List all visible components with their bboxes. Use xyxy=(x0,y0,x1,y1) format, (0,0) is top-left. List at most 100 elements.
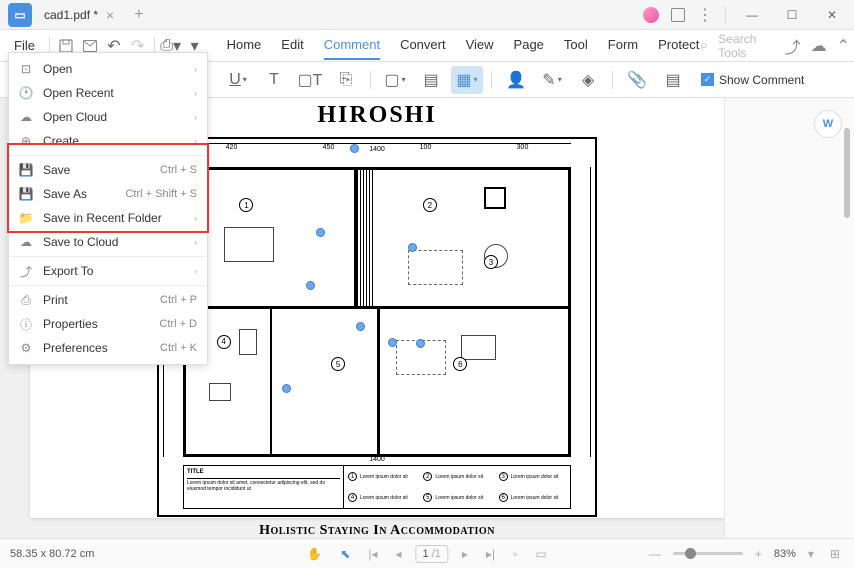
annotation-node[interactable] xyxy=(416,339,425,348)
zoom-chevron-icon[interactable]: ▾ xyxy=(804,545,818,563)
fit-page-icon[interactable]: ⊞ xyxy=(826,545,844,563)
chevron-right-icon: › xyxy=(194,88,197,98)
app-icon: ▭ xyxy=(8,3,32,27)
close-window-button[interactable]: ✕ xyxy=(818,1,846,29)
stamp-tool[interactable]: 👤 xyxy=(500,66,532,94)
tab-edit[interactable]: Edit xyxy=(281,31,303,60)
app-action-icon[interactable] xyxy=(671,8,685,22)
create-icon: ⊕ xyxy=(19,134,33,148)
tab-tool[interactable]: Tool xyxy=(564,31,588,60)
tab-protect[interactable]: Protect xyxy=(658,31,699,60)
checkbox-icon: ✓ xyxy=(701,73,714,86)
shape-tool[interactable]: ▢▾ xyxy=(379,66,411,94)
menu-save-in-recent-folder[interactable]: 📁Save in Recent Folder› xyxy=(9,206,207,230)
zoom-level[interactable]: 83% xyxy=(774,548,796,560)
close-tab-icon[interactable]: × xyxy=(106,7,114,23)
tab-comment[interactable]: Comment xyxy=(324,31,380,60)
zoom-out-button[interactable]: — xyxy=(645,545,665,563)
view-mode2-icon[interactable]: ▭ xyxy=(531,545,550,563)
menu-preferences[interactable]: ⚙PreferencesCtrl + K xyxy=(9,336,207,360)
menu-export-to[interactable]: ⤴Export To› xyxy=(9,259,207,283)
chevron-right-icon: › xyxy=(194,136,197,146)
annotation-node[interactable] xyxy=(282,384,291,393)
menu-save[interactable]: 💾SaveCtrl + S xyxy=(9,158,207,182)
prefs-icon: ⚙ xyxy=(19,341,33,355)
document-tab[interactable]: cad1.pdf * × xyxy=(32,0,126,29)
view-mode-icon[interactable]: ▫ xyxy=(509,545,521,563)
save-icon: 💾 xyxy=(19,163,33,177)
note-tool[interactable]: ▤ xyxy=(415,66,447,94)
tab-page[interactable]: Page xyxy=(514,31,544,60)
titlebar: ▭ cad1.pdf * × + ⋮ — ☐ ✕ xyxy=(0,0,854,30)
chevron-right-icon: › xyxy=(194,213,197,223)
zoom-slider[interactable] xyxy=(673,552,743,555)
text-callout-tool[interactable]: ⎘ xyxy=(330,66,362,94)
doc-subtitle: Holistic Staying In Accommodation xyxy=(30,517,724,538)
search-icon[interactable]: ⌕ xyxy=(699,37,708,55)
menu-open[interactable]: ⊡Open› xyxy=(9,57,207,81)
chevron-right-icon: › xyxy=(194,237,197,247)
expand-icon[interactable]: ⌃ xyxy=(837,36,850,56)
next-page-button[interactable]: ▸ xyxy=(458,545,472,563)
tab-title: cad1.pdf * xyxy=(44,8,98,22)
page-number-input[interactable]: 1 /1 xyxy=(416,545,448,563)
cloud2-icon: ☁ xyxy=(19,235,33,249)
props-icon: ⓘ xyxy=(19,317,33,331)
annotation-node[interactable] xyxy=(408,243,417,252)
floorplan: 1400 420450100300 xyxy=(157,137,597,517)
hand-tool-icon[interactable]: ✋ xyxy=(303,545,326,563)
word-export-icon[interactable]: W xyxy=(814,110,842,138)
annotation-node[interactable] xyxy=(356,322,365,331)
annotation-node[interactable] xyxy=(388,338,397,347)
chevron-right-icon: › xyxy=(194,266,197,276)
menu-save-to-cloud[interactable]: ☁Save to Cloud› xyxy=(9,230,207,254)
attachment-tool[interactable]: 📎 xyxy=(621,66,653,94)
room-marker: 5 xyxy=(331,357,345,371)
floorplan-legend: TITLE Lorem ipsum dolor sit amet, consec… xyxy=(183,465,571,509)
menu-open-recent[interactable]: 🕐Open Recent› xyxy=(9,81,207,105)
underline-tool[interactable]: U▾ xyxy=(222,66,254,94)
chevron-right-icon: › xyxy=(194,112,197,122)
cloud-icon: ☁ xyxy=(19,110,33,124)
profile-icon[interactable] xyxy=(643,7,659,23)
first-page-button[interactable]: |◂ xyxy=(364,545,381,563)
menu-open-cloud[interactable]: ☁Open Cloud› xyxy=(9,105,207,129)
menu-create[interactable]: ⊕Create› xyxy=(9,129,207,153)
minimize-button[interactable]: — xyxy=(738,1,766,29)
tab-home[interactable]: Home xyxy=(227,31,262,60)
file-menu-dropdown: ⊡Open›🕐Open Recent›☁Open Cloud›⊕Create› 💾… xyxy=(8,52,208,365)
search-tools-input[interactable]: Search Tools xyxy=(718,32,774,60)
scrollbar[interactable] xyxy=(844,98,852,538)
annotation-node[interactable] xyxy=(350,144,359,153)
recent-icon: 🕐 xyxy=(19,86,33,100)
tab-view[interactable]: View xyxy=(466,31,494,60)
export-icon: ⤴ xyxy=(19,264,33,278)
area-tool[interactable]: ▦▾ xyxy=(451,66,483,94)
add-tab-button[interactable]: + xyxy=(126,6,151,24)
zoom-in-button[interactable]: + xyxy=(751,545,766,563)
maximize-button[interactable]: ☐ xyxy=(778,1,806,29)
share-icon[interactable]: ⤴ xyxy=(785,34,801,58)
prev-page-button[interactable]: ◂ xyxy=(391,545,405,563)
tab-form[interactable]: Form xyxy=(608,31,638,60)
annotation-node[interactable] xyxy=(316,228,325,237)
room-marker: 1 xyxy=(239,198,253,212)
annotation-node[interactable] xyxy=(306,281,315,290)
text-tool[interactable]: T xyxy=(258,66,290,94)
more-icon[interactable]: ⋮ xyxy=(697,5,713,25)
select-tool-icon[interactable]: ⬉ xyxy=(336,545,354,563)
show-comment-toggle[interactable]: ✓ Show Comment xyxy=(701,73,804,87)
menu-save-as[interactable]: 💾Save AsCtrl + Shift + S xyxy=(9,182,207,206)
tab-convert[interactable]: Convert xyxy=(400,31,446,60)
cloud-icon[interactable]: ☁ xyxy=(811,36,827,56)
measure-tool[interactable]: ◈ xyxy=(572,66,604,94)
signature-tool[interactable]: ✎▾ xyxy=(536,66,568,94)
comment-list-tool[interactable]: ▤ xyxy=(657,66,689,94)
chevron-right-icon: › xyxy=(194,64,197,74)
menu-properties[interactable]: ⓘPropertiesCtrl + D xyxy=(9,312,207,336)
textbox-tool[interactable]: ▢T xyxy=(294,66,326,94)
menu-print[interactable]: ⎙PrintCtrl + P xyxy=(9,288,207,312)
open-icon: ⊡ xyxy=(19,62,33,76)
print-icon: ⎙ xyxy=(19,293,33,307)
last-page-button[interactable]: ▸| xyxy=(482,545,499,563)
